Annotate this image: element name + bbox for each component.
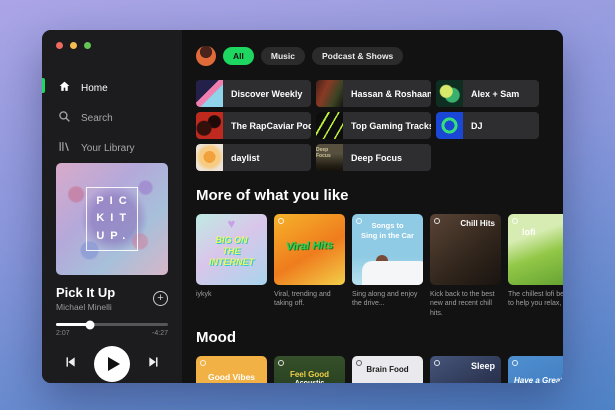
- previous-track-icon[interactable]: [63, 355, 77, 374]
- playlist-card-brain-food[interactable]: Brain Food: [352, 356, 423, 383]
- playlist-card-lofi[interactable]: lofi The chillest lofi beats to help you…: [508, 214, 563, 318]
- window-controls: [42, 30, 182, 49]
- library-icon: [58, 140, 71, 156]
- playlist-cover: Good Vibes: [196, 356, 267, 383]
- playlist-card-good-vibes[interactable]: Good Vibes: [196, 356, 267, 383]
- add-circle-icon[interactable]: +: [153, 291, 168, 306]
- section-title-more-of-what-you-like: More of what you like: [196, 187, 349, 204]
- quick-tile-deep-focus[interactable]: Deep Focus Deep Focus: [316, 144, 431, 171]
- header: All Music Podcast & Shows: [196, 46, 563, 66]
- playlist-cover: ♥ BIG ON THE INTERNET: [196, 214, 267, 285]
- cover-car-shape: [362, 261, 423, 285]
- seek-thumb[interactable]: [85, 320, 95, 329]
- tile-art: Deep Focus: [316, 144, 343, 171]
- main-content: All Music Podcast & Shows Discover Weekl…: [182, 30, 563, 383]
- tile-art: [316, 80, 343, 107]
- filter-chip-podcast-shows[interactable]: Podcast & Shows: [311, 47, 404, 65]
- quick-tile-top-gaming-tracks[interactable]: Top Gaming Tracks: [316, 112, 431, 139]
- playlist-card-chill-hits[interactable]: Chill Hits Kick back to the best new and…: [430, 214, 501, 318]
- quick-tile-rapcaviar-podcast[interactable]: The RapCaviar Podcast: [196, 112, 311, 139]
- minimize-window-button[interactable]: [70, 42, 77, 49]
- playlist-cover: Viral Hits: [274, 214, 345, 285]
- playlist-card-songs-to-sing-in-the-car[interactable]: Songs to Sing in the Car Sing along and …: [352, 214, 423, 318]
- spotify-logo-icon: [434, 218, 440, 224]
- playlist-card-viral-hits[interactable]: Viral Hits Viral, trending and taking of…: [274, 214, 345, 318]
- user-avatar[interactable]: [196, 46, 216, 66]
- album-art-line: UP.: [96, 229, 132, 242]
- spotify-logo-icon: [278, 360, 284, 367]
- sidebar-item-label: Your Library: [81, 142, 135, 154]
- spotify-logo-icon: [512, 218, 518, 224]
- playlist-cover: Have a Great Day!: [508, 356, 563, 383]
- tile-art: [196, 80, 223, 107]
- album-art-title-box: PIC KIT UP.: [86, 186, 138, 252]
- heart-icon: ♥: [227, 216, 236, 231]
- mood-row: Good Vibes Feel Good Acoustic Brain Food: [196, 356, 563, 383]
- next-track-icon[interactable]: [147, 355, 161, 374]
- track-title: Pick It Up: [56, 285, 116, 300]
- playlist-cover: Sleep: [430, 356, 501, 383]
- sidebar-nav: Home Search Your Library: [42, 73, 182, 163]
- spotify-logo-icon: [512, 360, 518, 367]
- zoom-window-button[interactable]: [84, 42, 91, 49]
- quick-tile-discover-weekly[interactable]: Discover Weekly: [196, 80, 311, 107]
- tile-art: [436, 80, 463, 107]
- tile-art: [196, 144, 223, 171]
- seek-bar[interactable]: [56, 320, 168, 329]
- play-button[interactable]: [94, 346, 130, 382]
- sidebar-item-home[interactable]: Home: [42, 73, 182, 103]
- spotify-logo-icon: [278, 218, 284, 224]
- track-artist: Michael Minelli: [56, 302, 112, 312]
- quick-tile-hassan-roshaan[interactable]: Hassan & Roshaan: [316, 80, 431, 107]
- album-art: PIC KIT UP.: [56, 163, 168, 275]
- playlist-description: Sing along and enjoy the drive...: [352, 291, 418, 308]
- playlist-description: iykyk: [196, 291, 212, 298]
- playlist-description: Viral, trending and taking off.: [274, 291, 331, 308]
- sidebar-item-label: Home: [81, 82, 108, 94]
- filter-chip-music[interactable]: Music: [260, 47, 305, 65]
- quick-tile-daylist[interactable]: daylist: [196, 144, 311, 171]
- sidebar-item-label: Search: [81, 112, 113, 124]
- playlist-card-have-a-great-day[interactable]: Have a Great Day!: [508, 356, 563, 383]
- quick-tile-dj[interactable]: DJ: [436, 112, 539, 139]
- quick-access-grid: Discover Weekly Hassan & Roshaan Alex + …: [196, 80, 563, 171]
- playlist-cover: lofi: [508, 214, 563, 285]
- playback-controls: [56, 346, 168, 382]
- quick-tile-alex-sam[interactable]: Alex + Sam: [436, 80, 539, 107]
- tile-art: [316, 112, 343, 139]
- elapsed-time: 2:07: [56, 330, 70, 337]
- close-window-button[interactable]: [56, 42, 63, 49]
- remaining-time: -4:27: [152, 330, 168, 337]
- sidebar-item-search[interactable]: Search: [42, 103, 182, 133]
- sidebar: Home Search Your Library PIC KIT UP. Pic…: [42, 30, 182, 383]
- album-art-line: PIC: [96, 194, 133, 207]
- play-icon: [107, 357, 120, 371]
- section-title-mood: Mood: [196, 329, 236, 347]
- home-icon: [58, 80, 71, 96]
- playlist-cover: Feel Good Acoustic: [274, 356, 345, 383]
- filter-chip-all[interactable]: All: [223, 47, 254, 65]
- desktop-background: Home Search Your Library PIC KIT UP. Pic…: [0, 0, 615, 410]
- search-icon: [58, 110, 71, 126]
- playlist-card-big-on-the-internet[interactable]: ♥ BIG ON THE INTERNET iykyk: [196, 214, 267, 318]
- app-window: Home Search Your Library PIC KIT UP. Pic…: [42, 30, 563, 383]
- spotify-logo-icon: [200, 360, 206, 367]
- playlist-cover: Songs to Sing in the Car: [352, 214, 423, 285]
- playlist-description: The chillest lofi beats to help you rela…: [508, 291, 563, 308]
- playlist-description: Kick back to the best new and recent chi…: [430, 291, 495, 317]
- recommendations-row: ♥ BIG ON THE INTERNET iykyk Viral Hits V…: [196, 214, 563, 318]
- album-art-line: KIT: [96, 212, 133, 225]
- playlist-card-feel-good-acoustic[interactable]: Feel Good Acoustic: [274, 356, 345, 383]
- playlist-cover: Brain Food: [352, 356, 423, 383]
- playlist-cover: Chill Hits: [430, 214, 501, 285]
- spotify-logo-icon: [434, 360, 440, 367]
- sidebar-item-your-library[interactable]: Your Library: [42, 133, 182, 163]
- tile-art: [196, 112, 223, 139]
- active-indicator: [42, 78, 45, 93]
- tile-art: [436, 112, 463, 139]
- playlist-card-sleep[interactable]: Sleep: [430, 356, 501, 383]
- now-playing-panel: PIC KIT UP. Pick It Up Michael Minelli +: [42, 163, 182, 383]
